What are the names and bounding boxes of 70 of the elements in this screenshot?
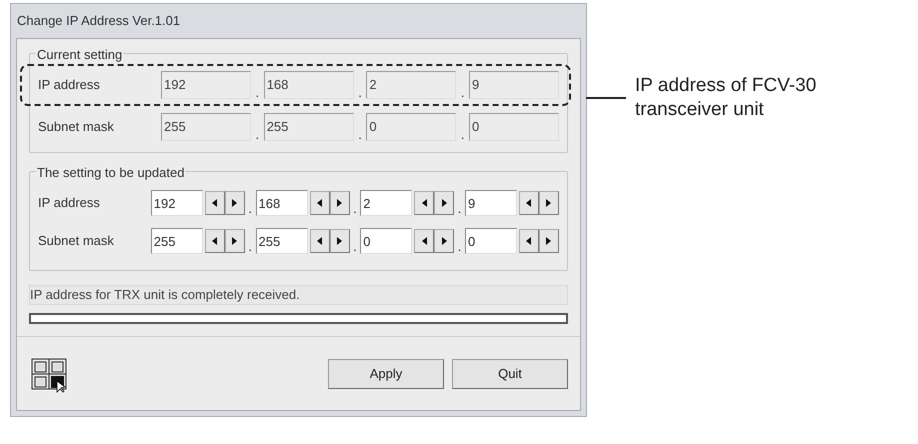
octet-field: 2 (366, 71, 456, 99)
dot-separator: . (357, 84, 363, 102)
right-triangle-icon (232, 199, 238, 207)
leader-line (586, 97, 626, 99)
octet-field: 0 (366, 113, 456, 141)
dot-separator: . (460, 84, 466, 102)
left-arrow-button[interactable] (204, 229, 225, 253)
left-arrow-button[interactable] (414, 191, 434, 215)
octet-input[interactable]: 255 (150, 228, 203, 254)
right-arrow-button[interactable] (224, 229, 245, 253)
dialog-button[interactable]: Apply (328, 358, 444, 388)
octet-field: 255 (161, 113, 251, 141)
right-triangle-icon (442, 199, 447, 207)
dot-separator: . (456, 200, 462, 218)
callout-text: IP address of FCV-30 transceiver unit (635, 74, 818, 122)
octet-input[interactable]: 0 (360, 228, 412, 254)
left-triangle-icon (212, 199, 218, 207)
left-triangle-icon (317, 199, 322, 207)
octet-field: 0 (469, 113, 559, 141)
right-arrow-button[interactable] (434, 191, 454, 215)
octet-field: 168 (264, 71, 354, 99)
left-triangle-icon (422, 237, 427, 245)
right-arrow-button[interactable] (330, 229, 350, 253)
field-label: IP address (38, 76, 101, 94)
left-arrow-button[interactable] (310, 229, 330, 253)
dot-separator: . (352, 238, 358, 256)
left-triangle-icon (526, 199, 532, 207)
right-arrow-button[interactable] (538, 191, 559, 215)
right-arrow-button[interactable] (224, 191, 245, 215)
octet-input[interactable]: 0 (464, 228, 517, 254)
right-triangle-icon (232, 237, 238, 245)
right-triangle-icon (546, 199, 552, 207)
right-arrow-button[interactable] (434, 229, 454, 253)
left-arrow-button[interactable] (414, 229, 434, 253)
field-label: IP address (38, 194, 101, 212)
octet-input[interactable]: 192 (150, 190, 203, 216)
dot-separator: . (247, 238, 253, 256)
dialog-button[interactable]: Quit (452, 358, 568, 388)
right-triangle-icon (546, 237, 552, 245)
right-arrow-button[interactable] (538, 229, 559, 253)
field-label: Subnet mask (38, 118, 115, 136)
dot-separator: . (456, 238, 462, 256)
status-text: IP address for TRX unit is completely received. (29, 285, 568, 305)
octet-input[interactable]: 255 (256, 228, 308, 254)
right-triangle-icon (442, 237, 447, 245)
left-arrow-button[interactable] (518, 191, 539, 215)
dot-separator: . (247, 200, 253, 218)
dot-separator: . (254, 84, 260, 102)
dot-separator: . (460, 126, 466, 144)
dot-separator: . (254, 126, 260, 144)
dot-separator: . (357, 126, 363, 144)
left-arrow-button[interactable] (310, 191, 330, 215)
octet-field: 255 (264, 113, 354, 141)
octet-field: 192 (161, 71, 251, 99)
right-triangle-icon (337, 237, 342, 245)
left-arrow-button[interactable] (518, 229, 539, 253)
octet-input[interactable]: 168 (256, 190, 308, 216)
left-arrow-button[interactable] (204, 191, 225, 215)
octet-input[interactable]: 2 (360, 190, 412, 216)
left-triangle-icon (317, 237, 322, 245)
octet-input[interactable]: 9 (464, 190, 517, 216)
dot-separator: . (352, 200, 358, 218)
right-arrow-button[interactable] (330, 191, 350, 215)
right-triangle-icon (337, 199, 342, 207)
octet-field: 9 (469, 71, 559, 99)
window-title: Change IP Address Ver.1.01 (17, 12, 180, 30)
left-triangle-icon (212, 237, 218, 245)
left-triangle-icon (526, 237, 532, 245)
left-triangle-icon (422, 199, 427, 207)
field-label: Subnet mask (38, 232, 115, 250)
